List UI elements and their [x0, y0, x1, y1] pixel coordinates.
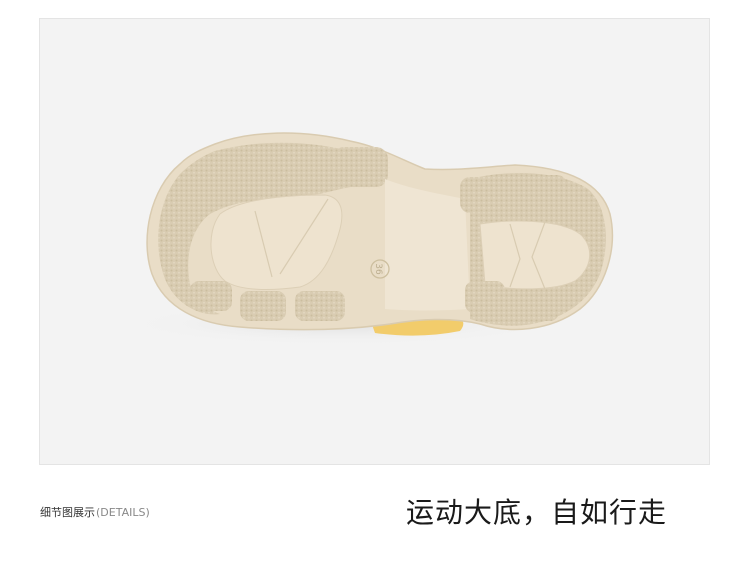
tread-lug — [270, 147, 326, 183]
tread-lug — [460, 177, 506, 213]
tread-lug — [332, 147, 388, 187]
size-mark: 36 — [373, 263, 383, 275]
details-caption-cn: 细节图展示 — [40, 506, 95, 519]
arch-area — [385, 179, 470, 311]
shoe-sole-image: 36 — [120, 132, 614, 346]
tread-lug — [465, 281, 505, 313]
details-caption-en: (DETAILS) — [96, 506, 150, 519]
tread-lug — [515, 289, 559, 321]
tread-lug — [190, 281, 232, 311]
tread-lug — [515, 175, 567, 213]
headline: 运动大底，自如行走 — [406, 496, 668, 529]
tread-lug — [240, 291, 286, 321]
product-photo: 36 — [39, 18, 710, 465]
details-caption: 细节图展示(DETAILS) — [40, 505, 150, 521]
tread-lug — [295, 291, 345, 321]
forefoot-plate — [479, 220, 590, 290]
